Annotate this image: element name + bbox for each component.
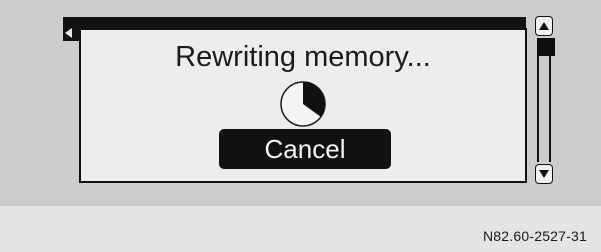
pie-timer-icon	[277, 78, 329, 130]
scroll-track[interactable]	[537, 38, 551, 162]
figure-code: N82.60-2527-31	[483, 228, 587, 244]
scroll-down-button[interactable]	[535, 164, 553, 184]
chevron-up-icon	[538, 21, 550, 31]
scrollbar[interactable]	[535, 16, 555, 186]
scroll-thumb[interactable]	[537, 38, 555, 56]
progress-dialog: Rewriting memory... Cancel	[79, 28, 527, 183]
display-screen: Rewriting memory... Cancel	[0, 0, 601, 200]
dialog-title: Rewriting memory...	[81, 41, 525, 74]
left-arrow-icon[interactable]	[65, 28, 72, 38]
cancel-button[interactable]: Cancel	[219, 129, 391, 169]
scroll-up-button[interactable]	[535, 16, 553, 36]
chevron-down-icon	[538, 169, 550, 179]
